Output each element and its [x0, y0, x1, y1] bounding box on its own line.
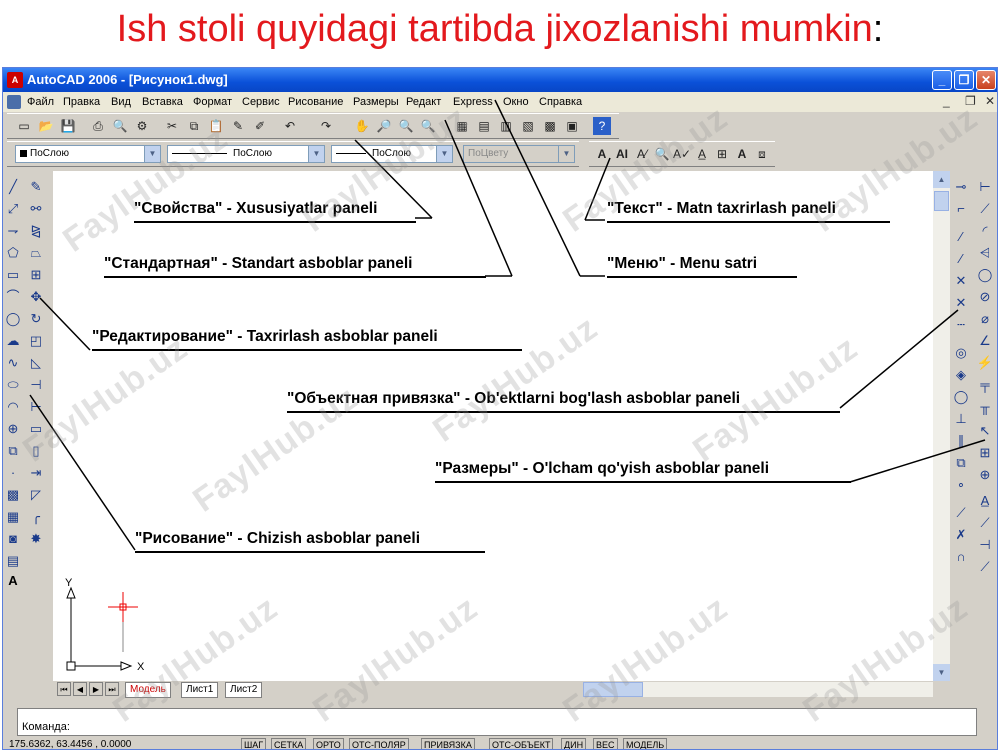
- annotation-properties: "Свойства" - Xususiyatlar paneli: [134, 200, 416, 223]
- annotation-standard: "Стандартная" - Standart asboblar paneli: [104, 255, 486, 278]
- annotation-dimension: "Размеры" - O'lcham qo'yish asboblar pan…: [435, 460, 851, 483]
- annotation-menu: "Меню" - Menu satri: [607, 255, 797, 278]
- annotation-draw: "Рисование" - Chizish asboblar paneli: [135, 530, 485, 553]
